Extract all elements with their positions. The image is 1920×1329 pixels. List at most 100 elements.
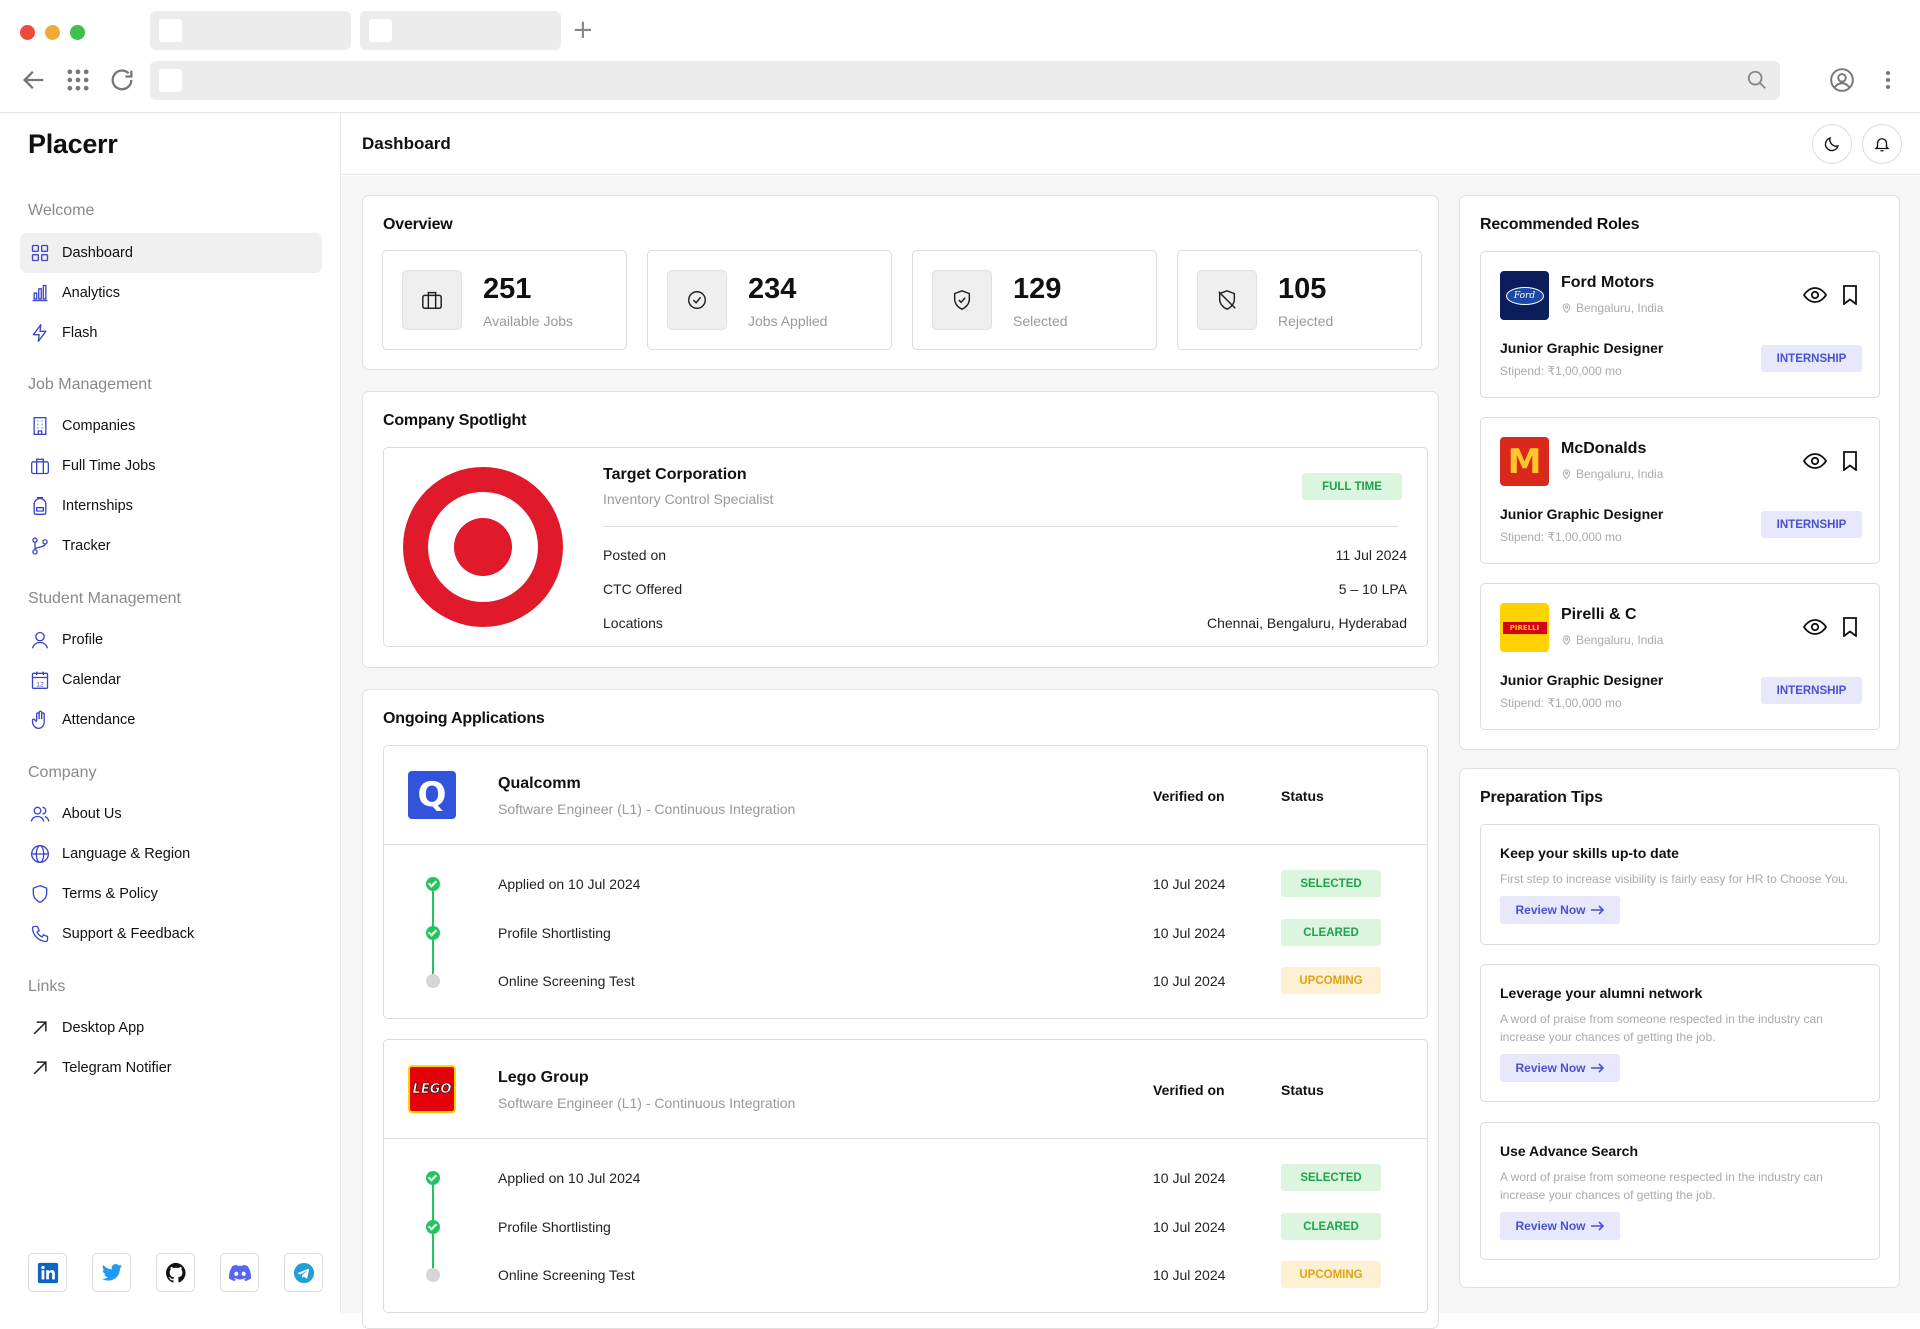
linkedin-icon[interactable] <box>28 1253 67 1292</box>
sidebar-item-desktop-app[interactable]: Desktop App <box>20 1008 322 1048</box>
pirelli-logo-icon: PIRELLI <box>1500 603 1549 652</box>
status-header: Status <box>1281 1082 1324 1098</box>
overview-card: Overview 251 Available Jobs 234 Jobs App… <box>362 195 1439 370</box>
bookmark-icon[interactable] <box>1842 617 1858 637</box>
mcdonalds-logo-icon: M <box>1500 437 1549 486</box>
reload-icon[interactable] <box>108 66 136 94</box>
posted-on-label: Posted on <box>603 547 667 563</box>
ongoing-applications-card: Ongoing Applications Q Qualcomm Software… <box>362 689 1439 1329</box>
sidebar-item-calendar[interactable]: 12 Calendar <box>20 660 322 700</box>
stat-value: 251 <box>483 273 532 305</box>
role-card-ford[interactable]: Ford Ford Motors Bengaluru, India Junior… <box>1480 251 1880 398</box>
sidebar-item-label: Analytics <box>62 285 121 301</box>
address-bar[interactable] <box>150 61 1780 100</box>
github-icon[interactable] <box>156 1253 195 1292</box>
sidebar-item-analytics[interactable]: Analytics <box>20 273 322 313</box>
spotlight-company-name: Target Corporation <box>603 466 747 483</box>
posted-on-value: 11 Jul 2024 <box>1335 547 1407 563</box>
sidebar-item-companies[interactable]: Companies <box>20 406 322 446</box>
status-badge: CLEARED <box>1281 1213 1381 1240</box>
sidebar-item-internships[interactable]: Internships <box>20 486 322 526</box>
role-title: Junior Graphic Designer <box>1500 340 1664 356</box>
eye-icon[interactable] <box>1803 286 1827 304</box>
stat-rejected[interactable]: 105 Rejected <box>1177 250 1422 350</box>
briefcase-icon <box>30 456 50 476</box>
stat-selected[interactable]: 129 Selected <box>912 250 1157 350</box>
role-card-mcdonalds[interactable]: M McDonalds Bengaluru, India Junior Grap… <box>1480 417 1880 564</box>
sidebar-item-terms-policy[interactable]: Terms & Policy <box>20 874 322 914</box>
bookmark-icon[interactable] <box>1842 285 1858 305</box>
sidebar-item-support-feedback[interactable]: Support & Feedback <box>20 914 322 954</box>
step-complete-icon <box>426 1171 440 1185</box>
review-now-button[interactable]: Review Now <box>1500 1212 1620 1240</box>
company-spotlight-card: Company Spotlight Target Corporation Inv… <box>362 391 1439 668</box>
application-lego[interactable]: LEGO Lego Group Software Engineer (L1) -… <box>383 1039 1428 1313</box>
sidebar-item-telegram-notifier[interactable]: Telegram Notifier <box>20 1048 322 1088</box>
stat-label: Jobs Applied <box>748 313 828 329</box>
sidebar-item-dashboard[interactable]: Dashboard <box>20 233 322 273</box>
minimize-window-dot[interactable] <box>45 25 60 40</box>
status-badge: UPCOMING <box>1281 1261 1381 1288</box>
eye-icon[interactable] <box>1803 618 1827 636</box>
recommended-title: Recommended Roles <box>1480 216 1640 233</box>
step-label: Applied on 10 Jul 2024 <box>498 876 641 892</box>
new-tab-plus-icon[interactable]: + <box>572 15 594 45</box>
moon-icon <box>1824 137 1839 152</box>
bookmark-icon[interactable] <box>1842 451 1858 471</box>
browser-tab[interactable] <box>360 11 561 50</box>
browser-tab[interactable] <box>150 11 351 50</box>
sidebar-item-profile[interactable]: Profile <box>20 620 322 660</box>
close-window-dot[interactable] <box>20 25 35 40</box>
application-qualcomm[interactable]: Q Qualcomm Software Engineer (L1) - Cont… <box>383 745 1428 1019</box>
arrow-right-icon <box>1590 1221 1604 1231</box>
stat-jobs-applied[interactable]: 234 Jobs Applied <box>647 250 892 350</box>
browser-chrome: + <box>0 0 1920 113</box>
stat-label: Available Jobs <box>483 313 574 329</box>
role-location: Bengaluru, India <box>1561 633 1663 647</box>
twitter-icon[interactable] <box>92 1253 131 1292</box>
verified-on-header: Verified on <box>1153 788 1225 804</box>
review-now-button[interactable]: Review Now <box>1500 1054 1620 1082</box>
tip-title: Leverage your alumni network <box>1500 985 1703 1001</box>
locations-label: Locations <box>603 615 663 631</box>
site-favicon <box>159 69 182 92</box>
apps-grid-icon[interactable] <box>64 66 92 94</box>
search-icon[interactable] <box>1746 69 1768 91</box>
step-label: Profile Shortlisting <box>498 925 611 941</box>
eye-icon[interactable] <box>1803 452 1827 470</box>
locations-value: Chennai, Bengaluru, Hyderabad <box>1206 615 1407 631</box>
step-date: 10 Jul 2024 <box>1153 1170 1226 1186</box>
spotlight-role: Inventory Control Specialist <box>603 491 774 507</box>
telegram-icon[interactable] <box>284 1253 323 1292</box>
sidebar-item-tracker[interactable]: Tracker <box>20 526 322 566</box>
sidebar-item-attendance[interactable]: Attendance <box>20 700 322 740</box>
ctc-label: CTC Offered <box>603 581 683 597</box>
spotlight-job[interactable]: Target Corporation Inventory Control Spe… <box>383 447 1428 647</box>
tab-favicon <box>369 19 392 42</box>
kebab-menu-icon[interactable] <box>1876 67 1900 93</box>
dark-mode-toggle[interactable] <box>1812 124 1852 164</box>
sidebar-item-label: Terms & Policy <box>62 886 158 902</box>
discord-icon[interactable] <box>220 1253 259 1292</box>
sidebar-item-flash[interactable]: Flash <box>20 313 322 353</box>
back-arrow-icon[interactable] <box>20 66 48 94</box>
sidebar-item-full-time-jobs[interactable]: Full Time Jobs <box>20 446 322 486</box>
review-now-button[interactable]: Review Now <box>1500 896 1620 924</box>
role-card-pirelli[interactable]: PIRELLI Pirelli & C Bengaluru, India Jun… <box>1480 583 1880 730</box>
target-logo-icon <box>403 467 563 627</box>
notifications-button[interactable] <box>1862 124 1902 164</box>
tip-description: A word of praise from someone respected … <box>1500 1012 1823 1044</box>
role-company: Pirelli & C <box>1561 606 1637 623</box>
role-company: Ford Motors <box>1561 274 1655 291</box>
stat-value: 129 <box>1013 273 1062 305</box>
stat-available-jobs[interactable]: 251 Available Jobs <box>382 250 627 350</box>
section-title-job-management: Job Management <box>28 376 152 393</box>
maximize-window-dot[interactable] <box>70 25 85 40</box>
account-icon[interactable] <box>1829 67 1855 93</box>
sidebar-item-language-region[interactable]: Language & Region <box>20 834 322 874</box>
git-branch-icon <box>30 536 50 556</box>
sidebar-item-label: Calendar <box>62 672 121 688</box>
sidebar-item-label: Dashboard <box>62 245 133 261</box>
topbar: Dashboard <box>342 113 1920 175</box>
sidebar-item-about-us[interactable]: About Us <box>20 794 322 834</box>
